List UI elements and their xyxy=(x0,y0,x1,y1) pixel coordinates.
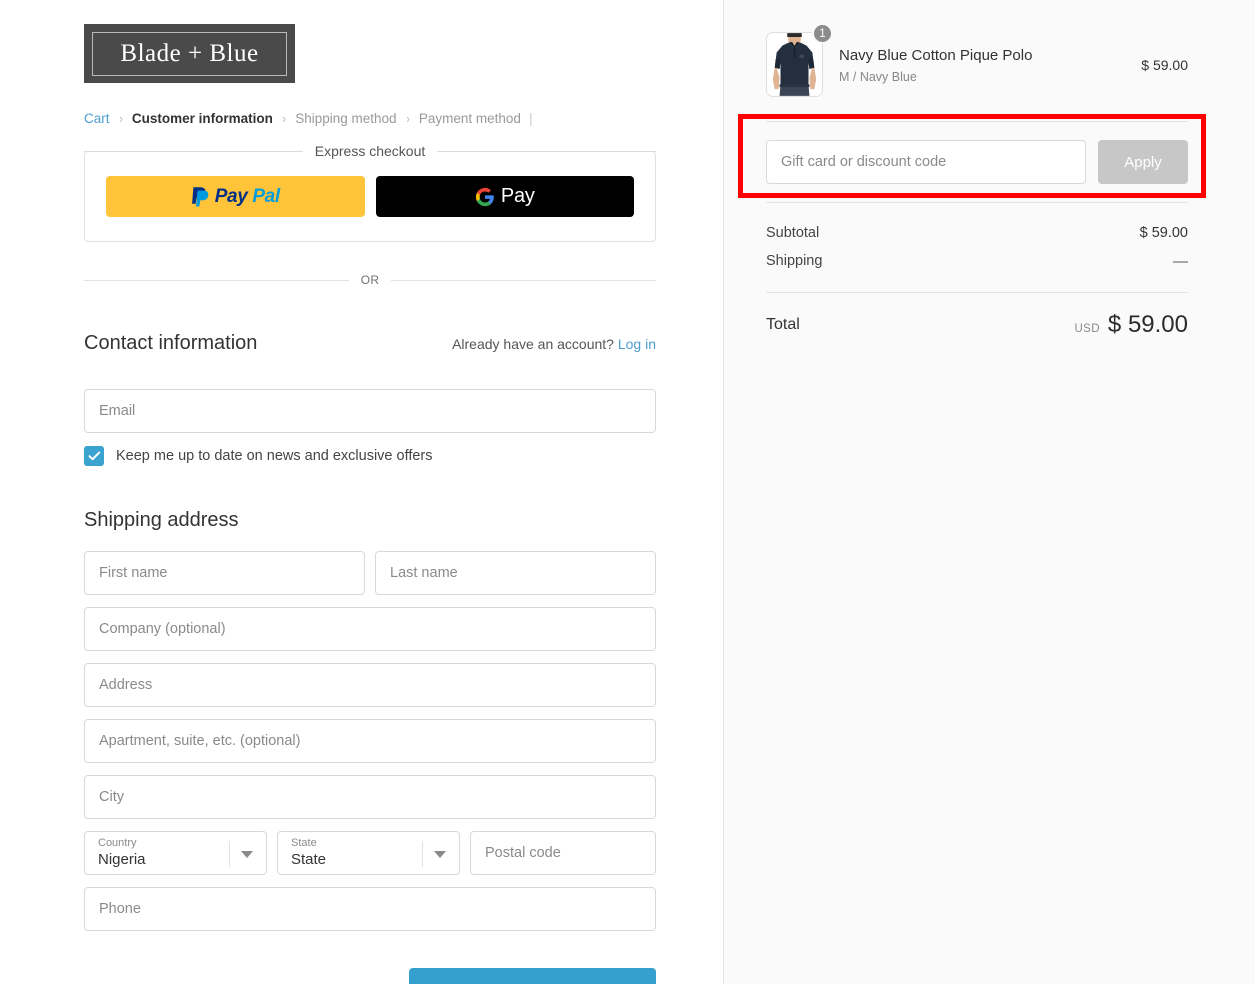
google-pay-logo: Pay xyxy=(475,185,535,208)
checkout-main-column: Blade + Blue Cart › Customer information… xyxy=(0,0,723,984)
legend-rule-left xyxy=(84,150,303,152)
country-select-value: Nigeria xyxy=(98,851,146,869)
total-amount: $ 59.00 xyxy=(1107,311,1188,338)
select-divider xyxy=(422,841,423,868)
quantity-badge: 1 xyxy=(812,23,833,44)
or-rule-right xyxy=(391,279,657,281)
city-field[interactable] xyxy=(84,775,656,820)
google-pay-button[interactable]: Pay xyxy=(375,176,634,217)
breadcrumb-item-payment-method: Payment method xyxy=(418,110,521,126)
account-prompt: Already have an account? Log in xyxy=(452,336,656,352)
select-divider xyxy=(229,841,230,868)
or-label: OR xyxy=(360,273,380,287)
phone-field[interactable] xyxy=(84,887,656,932)
summary-divider-bottom xyxy=(766,202,1188,203)
express-checkout-label: Express checkout xyxy=(302,143,438,159)
breadcrumb: Cart › Customer information › Shipping m… xyxy=(84,109,656,127)
contact-information-header: Contact information Already have an acco… xyxy=(84,315,656,371)
shipping-row: Shipping — xyxy=(766,247,1188,275)
express-checkout-box: Pay Pal Pay xyxy=(84,151,656,242)
chevron-right-icon: › xyxy=(118,110,123,126)
subtotal-row: Subtotal $ 59.00 xyxy=(766,219,1188,247)
checkmark-icon xyxy=(88,451,100,461)
legend-rule-right xyxy=(437,150,656,152)
state-select-value: State xyxy=(291,851,327,869)
total-currency: USD xyxy=(1074,323,1100,335)
order-item-title: Navy Blue Cotton Pique Polo xyxy=(839,46,1033,64)
order-summary-sidebar: 1 Navy Blue Cotton Pique Polo M / Navy B… xyxy=(723,0,1255,984)
email-field[interactable] xyxy=(84,389,656,434)
shipping-label: Shipping xyxy=(766,253,823,269)
subtotal-label: Subtotal xyxy=(766,225,820,241)
or-rule-left xyxy=(84,279,349,281)
company-field[interactable] xyxy=(84,607,656,652)
postal-code-field[interactable] xyxy=(470,831,656,876)
chevron-right-icon: › xyxy=(405,110,410,126)
product-thumbnail xyxy=(766,32,823,97)
paypal-button[interactable]: Pay Pal xyxy=(106,176,365,217)
breadcrumb-item-customer-information[interactable]: Customer information xyxy=(132,111,273,126)
order-item-price: $ 59.00 xyxy=(1141,56,1188,73)
newsletter-label: Keep me up to date on news and exclusive… xyxy=(116,448,433,465)
store-logo[interactable]: Blade + Blue xyxy=(84,24,295,83)
order-item-meta: Navy Blue Cotton Pique Polo M / Navy Blu… xyxy=(839,46,1125,84)
apply-discount-button[interactable]: Apply xyxy=(1098,140,1188,184)
country-select-label: Country xyxy=(98,837,137,850)
breadcrumb-tail-divider: | xyxy=(528,110,533,126)
contact-information-title: Contact information xyxy=(84,331,258,354)
shipping-address-title: Shipping address xyxy=(84,509,239,532)
paypal-logo: Pay Pal xyxy=(191,186,280,208)
login-link[interactable]: Log in xyxy=(618,336,656,352)
chevron-right-icon: › xyxy=(282,110,286,126)
apartment-field[interactable] xyxy=(84,719,656,764)
newsletter-opt-in-row[interactable]: Keep me up to date on news and exclusive… xyxy=(84,446,656,467)
paypal-pal-text: Pal xyxy=(252,185,280,207)
order-line-item: 1 Navy Blue Cotton Pique Polo M / Navy B… xyxy=(766,23,1188,97)
state-select[interactable]: State State xyxy=(277,831,460,876)
total-amount-group: USD $ 59.00 xyxy=(1074,311,1188,339)
newsletter-checkbox[interactable] xyxy=(84,446,104,467)
logo-frame: Blade + Blue xyxy=(92,31,287,76)
order-totals: Subtotal $ 59.00 Shipping — Total USD $ … xyxy=(766,219,1188,339)
state-select-label: State xyxy=(291,837,317,850)
checkout-page: Blade + Blue Cart › Customer information… xyxy=(0,0,1255,984)
totals-divider xyxy=(766,292,1188,293)
paypal-monogram-icon xyxy=(191,186,209,206)
continue-to-shipping-method-button[interactable]: Continue to shipping method xyxy=(409,968,656,984)
shipping-value: — xyxy=(1173,252,1188,270)
chevron-down-icon[interactable] xyxy=(241,851,253,859)
express-checkout-legend: Express checkout xyxy=(84,143,656,159)
account-prompt-text: Already have an account? xyxy=(452,335,614,352)
or-divider: OR xyxy=(84,272,657,288)
last-name-field[interactable] xyxy=(375,551,656,596)
chevron-down-icon[interactable] xyxy=(434,851,446,859)
first-name-field[interactable] xyxy=(84,551,365,596)
subtotal-value: $ 59.00 xyxy=(1139,225,1188,241)
discount-code-input[interactable] xyxy=(766,140,1086,184)
country-select[interactable]: Country Nigeria xyxy=(84,831,267,876)
paypal-pay-text: Pay xyxy=(214,185,248,207)
navy-polo-shirt-image xyxy=(767,33,822,96)
product-thumbnail-wrap: 1 xyxy=(766,23,833,97)
google-g-icon xyxy=(475,187,494,206)
express-checkout-section: Express checkout Pay Pal Pay xyxy=(84,143,656,242)
order-item-variant: M / Navy Blue xyxy=(839,69,917,84)
google-pay-text: Pay xyxy=(500,185,535,207)
logo-text: Blade + Blue xyxy=(120,39,259,67)
breadcrumb-item-shipping-method: Shipping method xyxy=(295,110,397,126)
total-label: Total xyxy=(766,316,800,333)
discount-row: Apply xyxy=(766,122,1188,202)
grand-total-row: Total USD $ 59.00 xyxy=(766,311,1188,339)
breadcrumb-item-cart[interactable]: Cart xyxy=(84,111,110,126)
form-actions: ‹ Return to cart Continue to shipping me… xyxy=(84,968,656,984)
discount-section: Apply xyxy=(738,114,1206,203)
address-field[interactable] xyxy=(84,663,656,708)
